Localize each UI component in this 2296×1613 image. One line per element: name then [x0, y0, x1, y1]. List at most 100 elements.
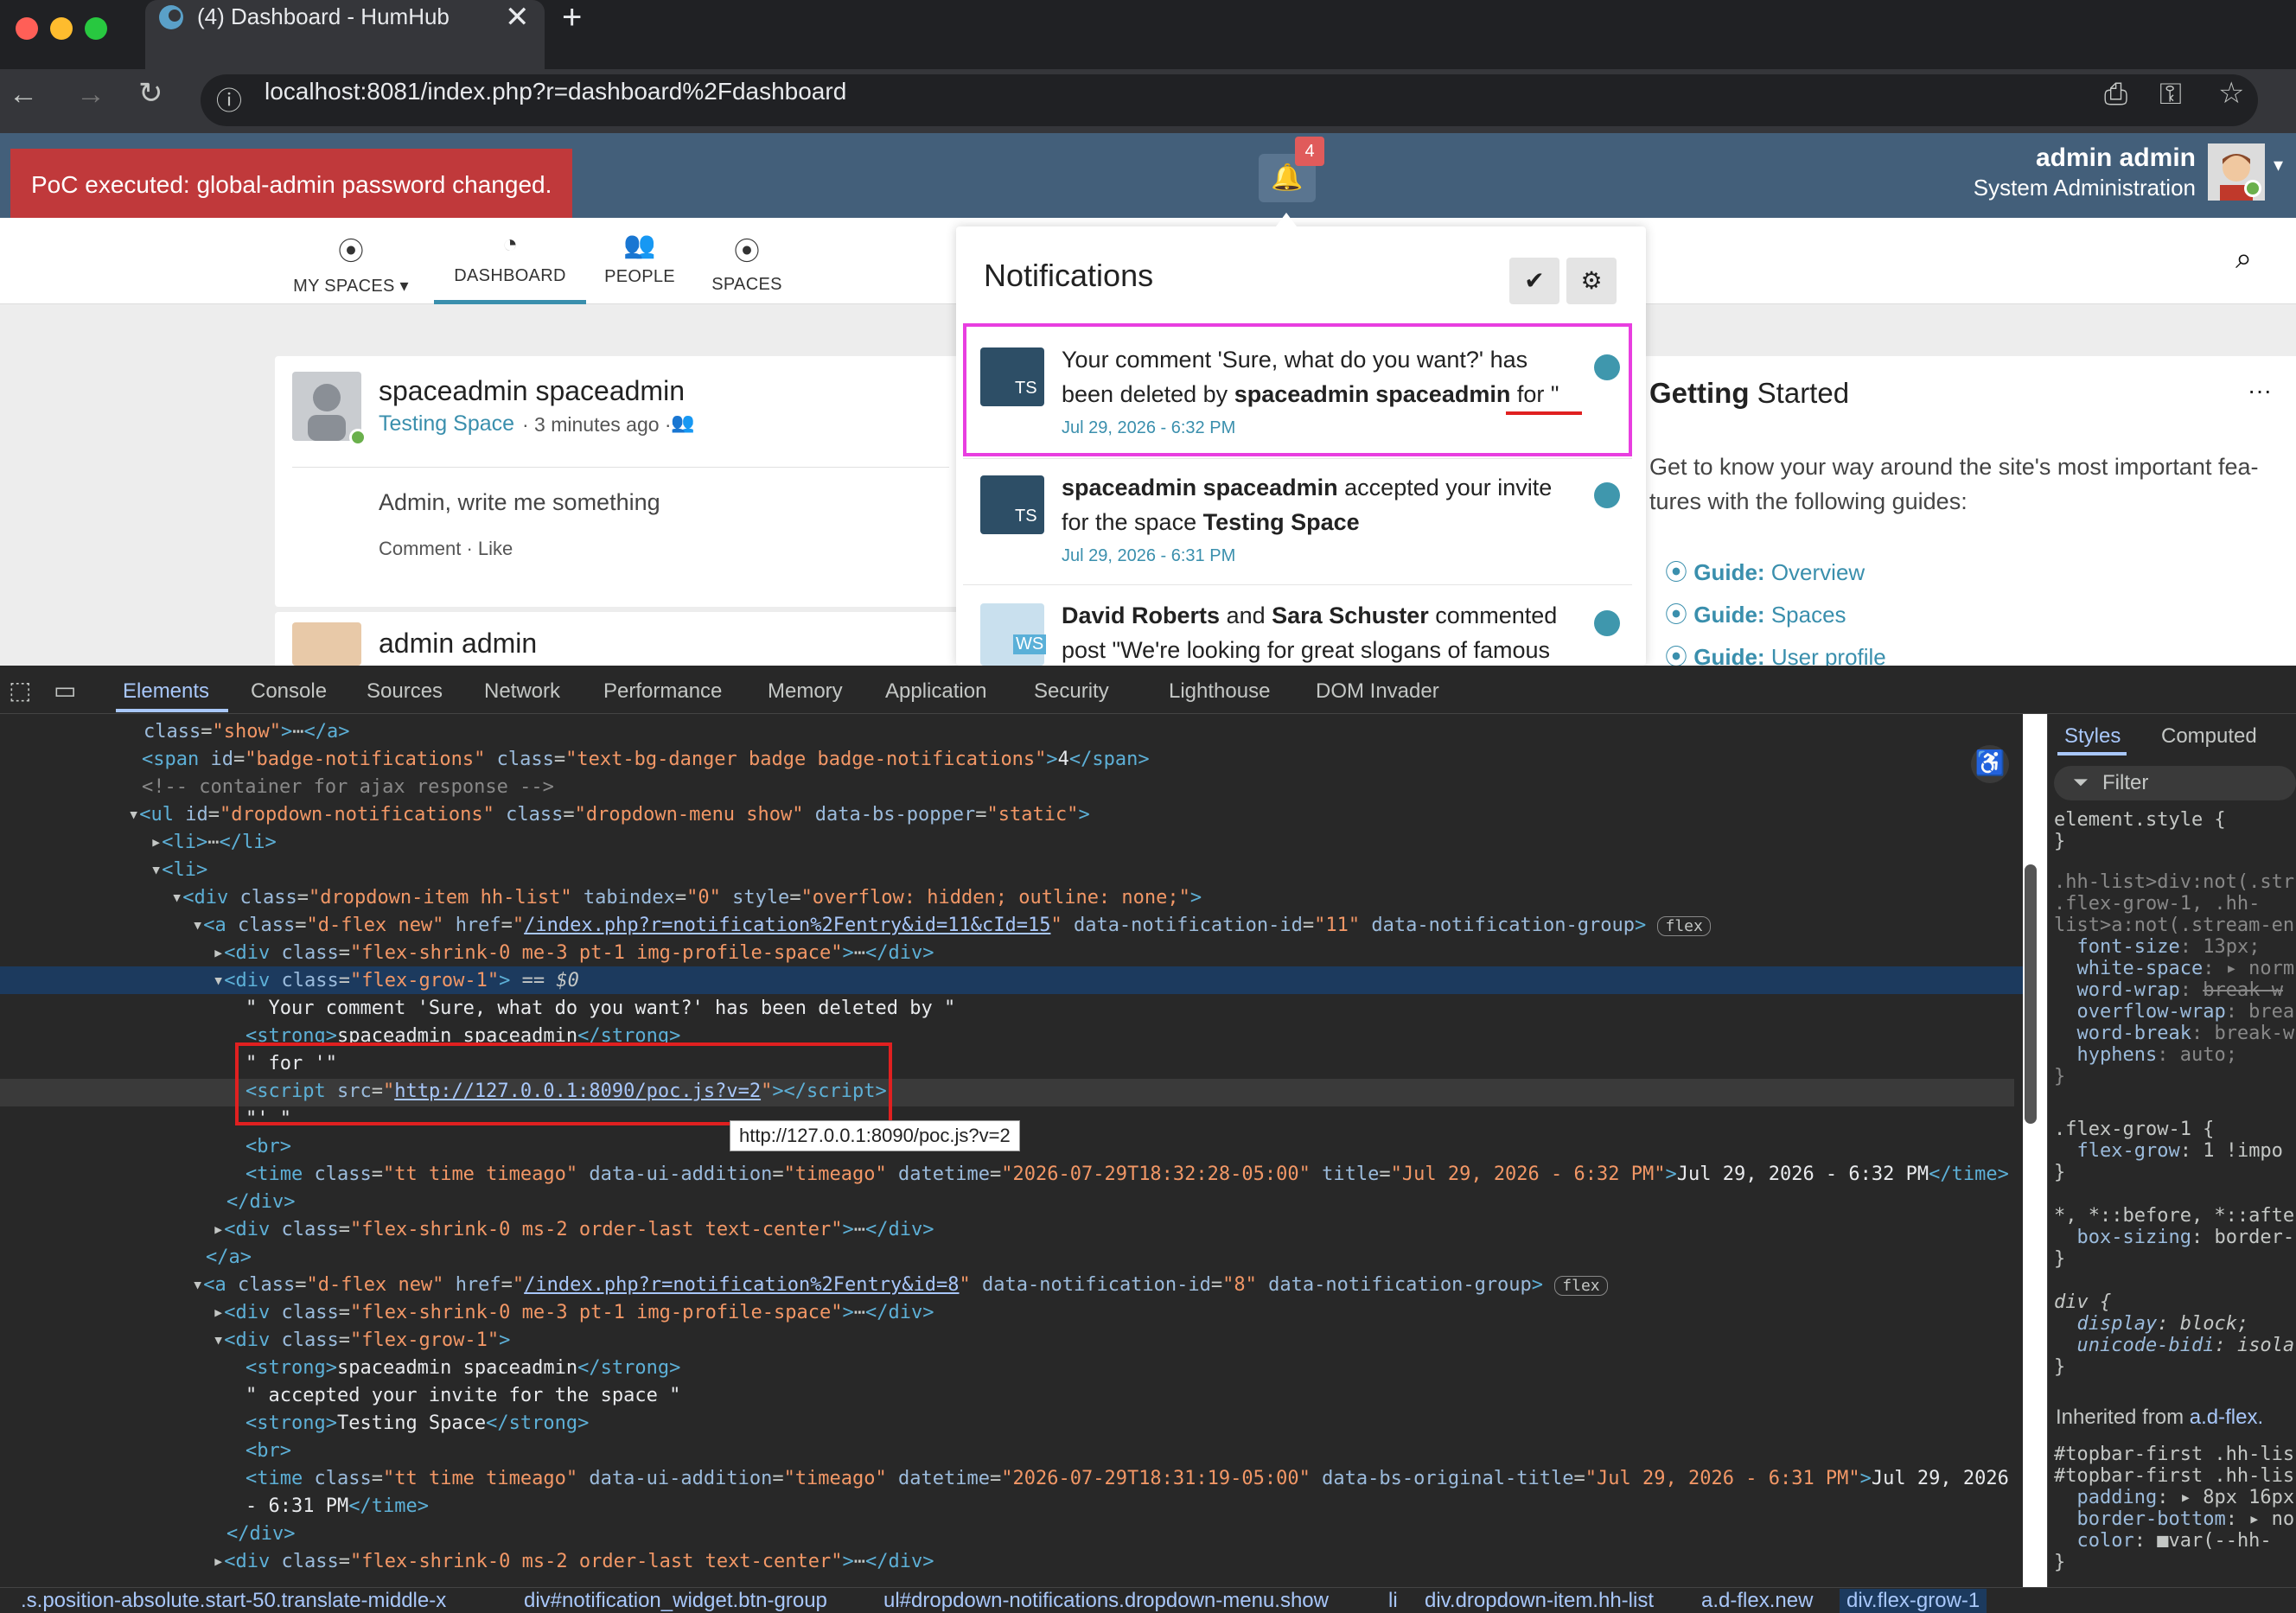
style-rule[interactable]: .flex-grow-1 { flex-grow: 1 !impo } [2054, 1119, 2283, 1183]
styles-tab[interactable]: Styles [2064, 724, 2121, 749]
elements-scrollbar[interactable] [2025, 864, 2037, 1124]
search-icon[interactable]: ⌕ [2235, 242, 2252, 276]
dom-node[interactable]: <br> [246, 1136, 291, 1157]
new-tab-icon[interactable]: + [562, 0, 582, 37]
post-space-link[interactable]: Testing Space [379, 411, 514, 437]
tab-close-icon[interactable]: ✕ [505, 0, 530, 35]
devtools-tab-memory[interactable]: Memory [768, 679, 843, 704]
url-text[interactable]: localhost:8081/index.php?r=dashboard%2Fd… [265, 78, 846, 105]
guide-spaces-link[interactable]: ⦿ Guide: Spaces [1665, 594, 1886, 636]
panel-menu-icon[interactable]: ··· [2248, 377, 2272, 405]
dom-text[interactable]: " accepted your invite for the space " [246, 1385, 680, 1406]
breadcrumb-item[interactable]: div#notification_widget.btn-group [524, 1589, 827, 1613]
dom-node[interactable]: ▾<div class="dropdown-item hh-list" tabi… [171, 887, 1202, 909]
post-body: Admin, write me something [379, 489, 660, 515]
dom-node[interactable]: <time class="tt time timeago" data-ui-ad… [246, 1468, 2009, 1489]
dom-node[interactable]: <br> [246, 1440, 291, 1462]
password-key-icon[interactable]: ⚿ [2159, 78, 2182, 112]
post-author-avatar[interactable] [292, 622, 361, 666]
inspect-element-icon[interactable]: ⬚ [9, 676, 31, 704]
dom-node[interactable]: <time class="tt time timeago" data-ui-ad… [246, 1164, 2009, 1185]
breadcrumb-item-selected[interactable]: div.flex-grow-1 [1840, 1589, 1987, 1613]
dom-node[interactable]: ▸<div class="flex-shrink-0 ms-2 order-la… [213, 1551, 934, 1572]
maximize-window-icon[interactable] [85, 17, 107, 40]
online-status-dot [2244, 180, 2261, 197]
post-actions[interactable]: Comment · Like [379, 538, 513, 560]
devtools-tab-performance[interactable]: Performance [603, 679, 722, 704]
dom-text[interactable]: - 6:31 PM</time> [246, 1495, 429, 1517]
dom-node[interactable]: </a> [206, 1246, 252, 1268]
breadcrumb-item[interactable]: div.dropdown-item.hh-list [1425, 1589, 1654, 1613]
unread-dot[interactable] [1594, 482, 1620, 508]
nav-dashboard[interactable]: ◔ DASHBOARD [434, 218, 586, 304]
accessibility-icon[interactable]: ♿ [1971, 745, 2009, 783]
computed-tab[interactable]: Computed [2161, 724, 2257, 749]
dom-node[interactable]: </div> [226, 1191, 295, 1213]
notification-settings-button[interactable]: ⚙ [1566, 258, 1617, 304]
breadcrumb-item[interactable]: ul#dropdown-notifications.dropdown-menu.… [883, 1589, 1329, 1613]
dom-node[interactable]: ▾<ul id="dropdown-notifications" class="… [128, 804, 1090, 826]
dom-comment[interactable]: <!-- container for ajax response --> [142, 776, 554, 798]
devtools-tab-network[interactable]: Network [484, 679, 560, 704]
getting-started-intro: Get to know your way around the site's m… [1649, 454, 2259, 514]
site-info-icon[interactable]: ⓘ [216, 80, 242, 118]
devtools-tab-dom-invader[interactable]: DOM Invader [1316, 679, 1439, 704]
gear-icon: ⚙ [1580, 267, 1603, 294]
notifications-title: Notifications [984, 258, 1154, 293]
dom-node[interactable]: ▸<div class="flex-shrink-0 ms-2 order-la… [213, 1219, 934, 1240]
devtools-tab-console[interactable]: Console [251, 679, 327, 704]
install-app-icon[interactable]: ⎙ [2104, 78, 2127, 112]
mark-all-read-button[interactable]: ✔ [1509, 258, 1559, 304]
post-author-name[interactable]: spaceadmin spaceadmin [379, 375, 685, 407]
style-rule[interactable]: *, *::before, *::afte box-sizing: border… [2054, 1205, 2294, 1270]
forward-icon[interactable]: → [76, 78, 105, 112]
styles-filter-input[interactable] [2054, 766, 2296, 800]
dom-node[interactable]: ▾<li> [150, 859, 207, 881]
style-rule[interactable]: div { display: block; unicode-bidi: isol… [2054, 1291, 2294, 1378]
nav-my-spaces[interactable]: ⦿ MY SPACES ▾ [290, 218, 411, 304]
breadcrumb-item[interactable]: li [1388, 1589, 1398, 1613]
guide-overview-link[interactable]: ⦿ Guide: Overview [1665, 551, 1886, 594]
notification-item[interactable]: spaceadmin spaceadmin accepted your invi… [1062, 470, 1580, 539]
bookmark-star-icon[interactable]: ☆ [2218, 76, 2244, 111]
style-rule[interactable]: #topbar-first .hh-lis #topbar-first .hh-… [2054, 1444, 2294, 1573]
back-icon[interactable]: ← [9, 78, 38, 112]
dom-node[interactable]: <span id="badge-notifications" class="te… [142, 749, 1150, 770]
dom-node[interactable]: class="show">⋯</a> [144, 721, 349, 743]
notification-item[interactable]: Your comment 'Sure, what do you want?' h… [1062, 342, 1580, 411]
breadcrumb-item[interactable]: a.d-flex.new [1701, 1589, 1813, 1613]
devtools-tab-sources[interactable]: Sources [367, 679, 443, 704]
unread-dot[interactable] [1594, 610, 1620, 636]
devtools-tab-security[interactable]: Security [1034, 679, 1109, 704]
dom-node[interactable]: <strong>spaceadmin spaceadmin</strong> [246, 1357, 680, 1379]
dom-node[interactable]: <strong>Testing Space</strong> [246, 1412, 589, 1434]
dom-node[interactable]: ▸<div class="flex-shrink-0 me-3 pt-1 img… [213, 942, 934, 964]
dom-node[interactable]: </div> [226, 1523, 295, 1545]
dom-text[interactable]: " Your comment 'Sure, what do you want?'… [246, 998, 955, 1019]
dom-node[interactable]: ▾<div class="flex-grow-1"> [213, 1329, 510, 1351]
minimize-window-icon[interactable] [50, 17, 73, 40]
style-rule[interactable]: .hh-list>div:not(.str .flex-grow-1, .hh-… [2054, 871, 2294, 1087]
dom-node[interactable]: ▾<a class="d-flex new" href="/index.php?… [192, 915, 1711, 936]
user-name[interactable]: admin admin [1902, 143, 2196, 173]
getting-started-title: Getting Started [1649, 377, 1850, 409]
user-menu-caret-icon[interactable]: ▾ [2274, 154, 2283, 176]
nav-spaces[interactable]: ⦿ SPACES [704, 218, 790, 304]
reload-icon[interactable]: ↻ [138, 76, 163, 111]
devtools-tab-elements[interactable]: Elements [123, 679, 209, 704]
dom-node[interactable]: ▸<li>⋯</li> [150, 832, 277, 853]
devtools-tab-application[interactable]: Application [885, 679, 986, 704]
device-toolbar-icon[interactable]: ▭ [54, 676, 76, 704]
unread-dot[interactable] [1594, 354, 1620, 380]
user-subtitle[interactable]: System Administration [1902, 175, 2196, 201]
style-rule[interactable]: element.style { } [2054, 809, 2226, 852]
nav-people[interactable]: 👥 PEOPLE [596, 218, 683, 304]
breadcrumb-item[interactable]: .s.position-absolute.start-50.translate-… [21, 1589, 446, 1613]
post-author-name[interactable]: admin admin [379, 628, 537, 660]
notification-item[interactable]: David Roberts and Sara Schuster commente… [1062, 598, 1580, 667]
dom-node-selected[interactable]: ▾<div class="flex-grow-1"> == $0 [213, 970, 579, 991]
close-window-icon[interactable] [16, 17, 38, 40]
dom-node[interactable]: ▸<div class="flex-shrink-0 me-3 pt-1 img… [213, 1302, 934, 1323]
dom-node[interactable]: ▾<a class="d-flex new" href="/index.php?… [192, 1274, 1608, 1296]
devtools-tab-lighthouse[interactable]: Lighthouse [1169, 679, 1270, 704]
